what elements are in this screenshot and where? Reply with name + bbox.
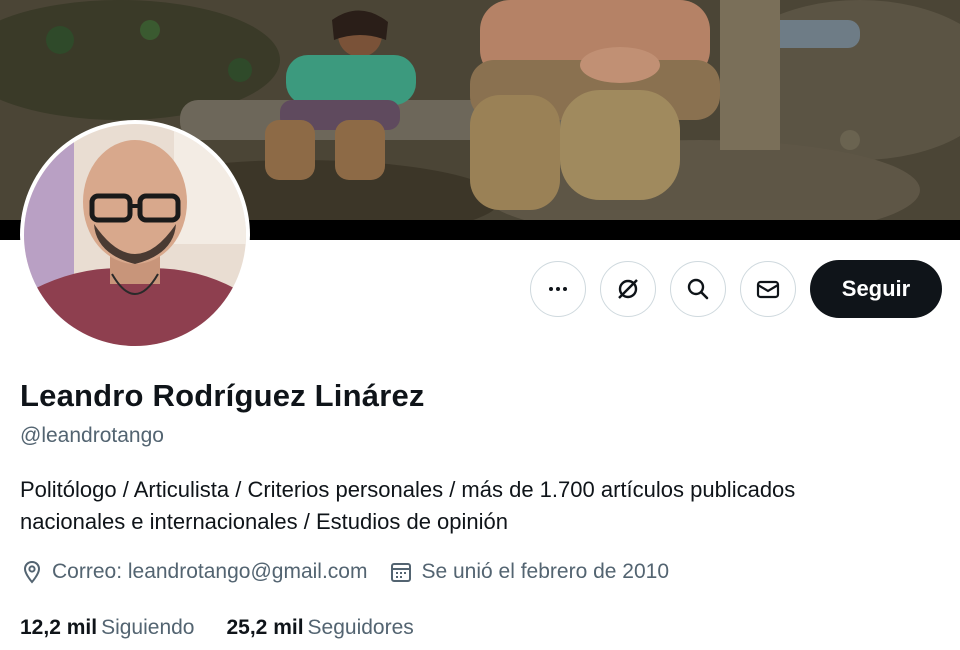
calendar-icon bbox=[391, 563, 412, 582]
location-text: Correo: leandrotango@gmail.com bbox=[52, 560, 368, 583]
profile-meta: Correo: leandrotango@gmail.com Se unió e… bbox=[20, 560, 691, 584]
search-profile-button[interactable] bbox=[670, 261, 726, 317]
followers-label: Seguidores bbox=[307, 616, 414, 639]
profile-avatar[interactable] bbox=[20, 120, 250, 350]
search-icon bbox=[687, 278, 709, 300]
avatar-photo bbox=[24, 124, 246, 346]
location-item: Correo: leandrotango@gmail.com bbox=[20, 560, 367, 584]
bio-line-1: Politólogo / Articulista / Criterios per… bbox=[20, 477, 796, 502]
grok-icon bbox=[618, 279, 638, 299]
location-pin-icon bbox=[23, 560, 41, 584]
profile-bio: Politólogo / Articulista / Criterios per… bbox=[20, 474, 940, 538]
followers-link[interactable]: 25,2 mil Seguidores bbox=[226, 616, 413, 640]
more-button[interactable] bbox=[530, 261, 586, 317]
profile-stats: 12,2 mil Siguiendo 25,2 mil Seguidores bbox=[20, 616, 446, 640]
mail-icon bbox=[756, 280, 780, 299]
user-handle: @leandrotango bbox=[20, 424, 164, 447]
following-link[interactable]: 12,2 mil Siguiendo bbox=[20, 616, 194, 640]
following-label: Siguiendo bbox=[101, 616, 195, 639]
joined-item: Se unió el febrero de 2010 bbox=[389, 560, 669, 584]
following-count: 12,2 mil bbox=[20, 616, 98, 639]
followers-count: 25,2 mil bbox=[226, 616, 304, 639]
profile-actions: Seguir bbox=[530, 260, 942, 318]
more-icon bbox=[549, 287, 567, 291]
message-button[interactable] bbox=[740, 261, 796, 317]
follow-button[interactable]: Seguir bbox=[810, 260, 942, 318]
bio-line-2: nacionales e internacionales / Estudios … bbox=[20, 509, 508, 534]
grok-button[interactable] bbox=[600, 261, 656, 317]
joined-text: Se unió el febrero de 2010 bbox=[421, 560, 670, 583]
display-name: Leandro Rodríguez Linárez bbox=[20, 378, 425, 413]
